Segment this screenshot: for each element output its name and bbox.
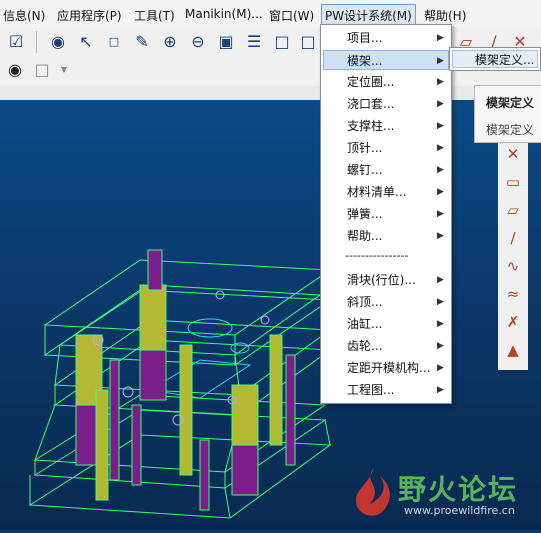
menu-item-slider[interactable]: 滑块(行位)... ▶ (323, 270, 449, 290)
submenu-arrow-icon: ▶ (437, 56, 444, 66)
toolbar-separator (36, 31, 37, 53)
submenu-arrow-icon: ▶ (437, 363, 444, 373)
point-icon[interactable]: ▲ (503, 340, 523, 360)
menu-item-screw[interactable]: 螺钉... ▶ (323, 160, 449, 180)
menu-item-spring[interactable]: 弹簧... ▶ (323, 204, 449, 224)
submenu-arrow-icon: ▶ (437, 99, 444, 109)
right-toolbar: ✕ ▭ ▱ ∕ ∿ ≈ ✗ ▲ (498, 140, 528, 370)
select-box-icon[interactable]: □ (32, 60, 52, 80)
axis-icon[interactable]: ∕ (503, 228, 523, 248)
plane-flat-icon[interactable]: ▱ (503, 200, 523, 220)
menu-item-label: 齿轮... (347, 339, 383, 353)
menu-item-label: 斜顶... (347, 295, 383, 309)
submenu-arrow-icon: ▶ (437, 341, 444, 351)
submenu-arrow-icon: ▶ (437, 143, 444, 153)
menu-item-label: 项目... (347, 31, 383, 45)
menu-item-bom[interactable]: 材料清单... ▶ (323, 182, 449, 202)
submenu-arrow-icon: ▶ (437, 33, 444, 43)
menu-item-label: 帮助... (347, 229, 383, 243)
layers-icon[interactable]: ☰ (244, 32, 264, 52)
zoom-fit-icon[interactable]: ▣ (216, 32, 236, 52)
tooltip-title: 模架定义 (486, 96, 535, 110)
menu-window[interactable]: 窗口(W) (269, 7, 314, 24)
intersect-icon[interactable]: ✗ (503, 312, 523, 332)
menu-item-label: 定位圈... (347, 75, 395, 89)
menu-bar: 信息(N) 应用程序(P) 工具(T) Manikin(M)... 窗口(W) … (0, 0, 541, 29)
menu-separator: ---------------- (345, 249, 409, 262)
watermark: 野火论坛 www.proewildfire.cn (342, 462, 541, 530)
menu-applications[interactable]: 应用程序(P) (57, 7, 122, 24)
menu-item-label: 定距开模机构... (347, 361, 431, 375)
mold-base-submenu: 模架定义... (449, 47, 541, 71)
menu-item-label: 顶针... (347, 141, 383, 155)
submenu-arrow-icon: ▶ (437, 231, 444, 241)
menu-item-label: 螺钉... (347, 163, 383, 177)
submenu-arrow-icon: ▶ (437, 187, 444, 197)
chevron-down-icon[interactable]: ▼ (54, 60, 74, 80)
submenu-arrow-icon: ▶ (437, 77, 444, 87)
menu-item-support-pillar[interactable]: 支撑柱... ▶ (323, 116, 449, 136)
menu-item-cylinder[interactable]: 油缸... ▶ (323, 314, 449, 334)
zoom-in-icon[interactable]: ⊕ (160, 32, 180, 52)
menu-item-help[interactable]: 帮助... ▶ (323, 226, 449, 246)
menu-help[interactable]: 帮助(H) (424, 7, 466, 24)
submenu-arrow-icon: ▶ (437, 209, 444, 219)
flame-logo-icon (355, 468, 390, 516)
globe-user-icon[interactable]: ◉ (48, 32, 68, 52)
tooltip: 模架定义 模架定义 (474, 85, 541, 143)
menu-item-project[interactable]: 项目... ▶ (323, 28, 449, 48)
zoom-out-icon[interactable]: ⊖ (188, 32, 208, 52)
submenu-arrow-icon: ▶ (437, 297, 444, 307)
window-check-icon[interactable]: ☑ (6, 32, 26, 52)
box-orient-icon[interactable]: □ (298, 32, 318, 52)
menu-item-drawing[interactable]: 工程图... ▶ (323, 380, 449, 400)
menu-item-locating-ring[interactable]: 定位圈... ▶ (323, 72, 449, 92)
pick-check-icon[interactable]: ✎ (132, 32, 152, 52)
pw-design-system-menu: 项目... ▶ 模架... ▶ 定位圈... ▶ 浇口套... ▶ 支撑柱...… (320, 24, 452, 404)
menu-item-label: 支撑柱... (347, 119, 395, 133)
datum-cross-icon[interactable]: ✕ (503, 144, 523, 164)
watermark-url: www.proewildfire.cn (404, 504, 515, 517)
tooltip-description: 模架定义 (486, 123, 535, 137)
menu-item-ejector-pin[interactable]: 顶针... ▶ (323, 138, 449, 158)
menu-item-label: 模架... (347, 54, 383, 68)
menu-item-sprue-bushing[interactable]: 浇口套... ▶ (323, 94, 449, 114)
menu-manikin[interactable]: Manikin(M)... (185, 7, 263, 21)
ab-text-icon[interactable]: □ (104, 32, 124, 52)
menu-item-label: 滑块(行位)... (347, 273, 416, 287)
menu-item-label: 弹簧... (347, 207, 383, 221)
toolbar-bottom-strip (0, 86, 541, 100)
menu-tools[interactable]: 工具(T) (134, 7, 175, 24)
submenu-arrow-icon: ▶ (437, 121, 444, 131)
menu-item-label: 浇口套... (347, 97, 395, 111)
submenu-arrow-icon: ▶ (437, 165, 444, 175)
plane-icon[interactable]: ▭ (503, 172, 523, 192)
submenu-arrow-icon: ▶ (437, 385, 444, 395)
menu-item-lifter[interactable]: 斜顶... ▶ (323, 292, 449, 312)
binoculars-icon[interactable]: ◉ (5, 60, 25, 80)
leader-pins (75, 249, 296, 511)
submenu-item-mold-base-define[interactable]: 模架定义... (452, 50, 538, 68)
menu-item-label: 油缸... (347, 317, 383, 331)
box-view-icon[interactable]: □ (272, 32, 292, 52)
menu-item-label: 工程图... (347, 383, 395, 397)
menu-item-mold-base[interactable]: 模架... ▶ (323, 50, 449, 70)
watermark-text: 野火论坛 (398, 473, 519, 506)
menu-item-label: 材料清单... (347, 185, 407, 199)
menu-item-distance-opening[interactable]: 定距开模机构... ▶ (323, 358, 449, 378)
curve-icon[interactable]: ∿ (503, 256, 523, 276)
cursor-select-icon[interactable]: ↖ (76, 32, 96, 52)
submenu-arrow-icon: ▶ (437, 275, 444, 285)
submenu-arrow-icon: ▶ (437, 319, 444, 329)
menu-item-gear[interactable]: 齿轮... ▶ (323, 336, 449, 356)
curve-analysis-icon[interactable]: ≈ (503, 284, 523, 304)
menu-info[interactable]: 信息(N) (3, 7, 45, 24)
